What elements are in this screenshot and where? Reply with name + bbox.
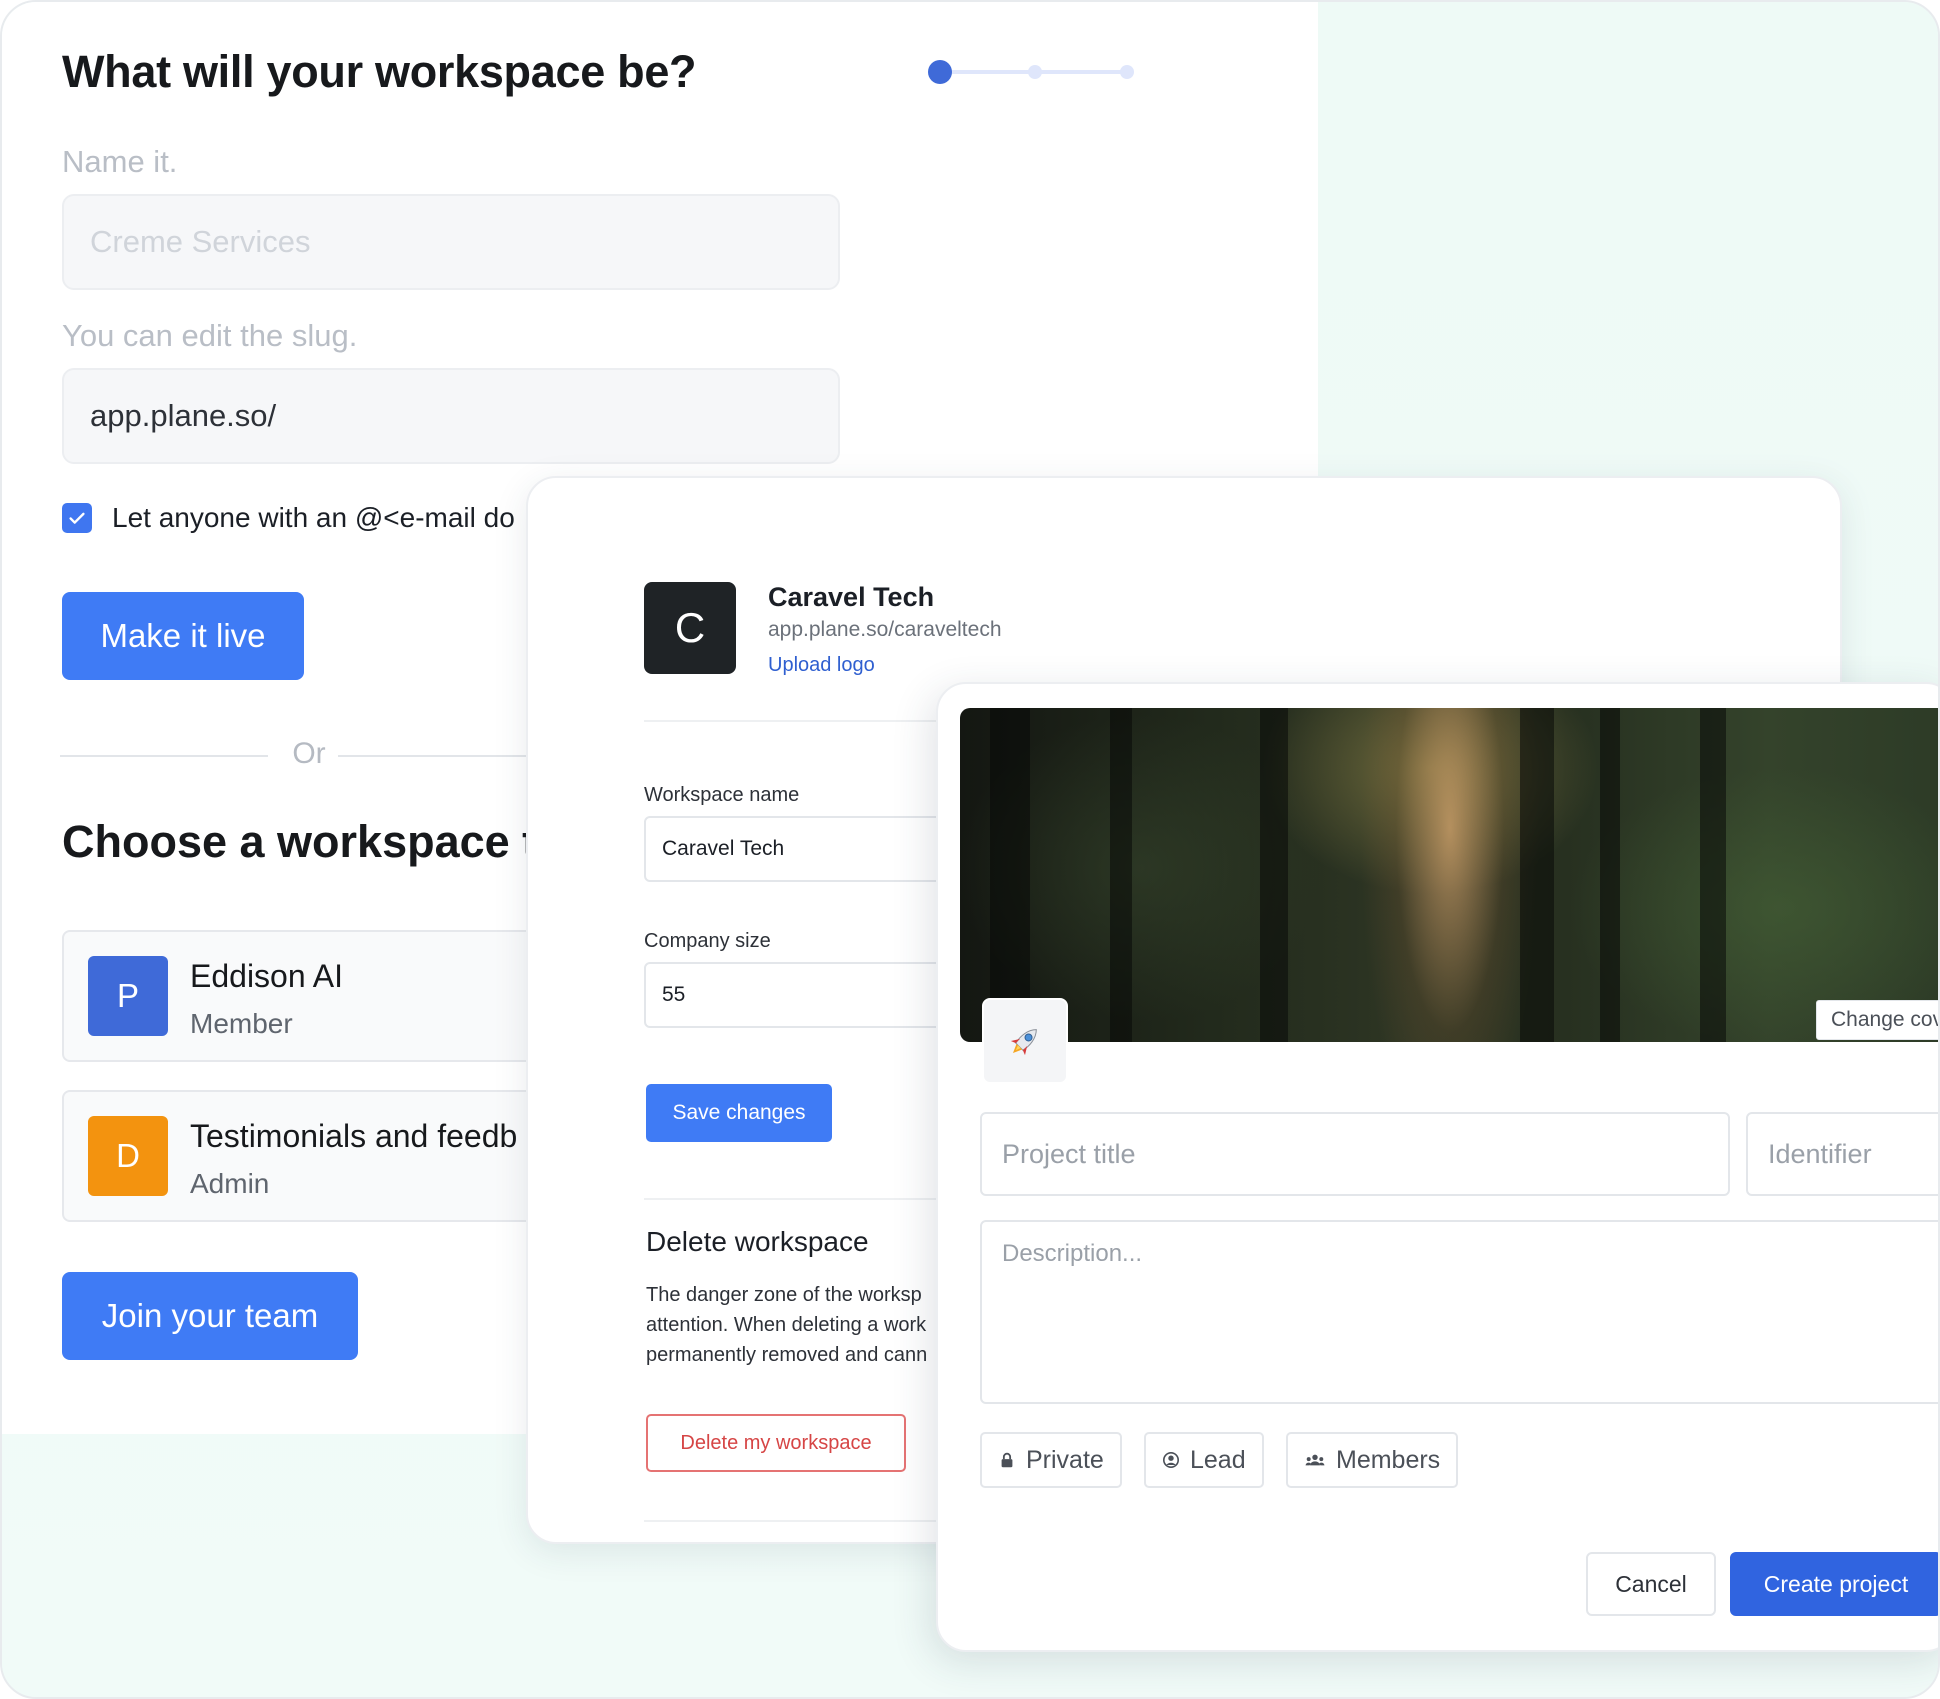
identifier-input[interactable]: Identifier <box>1746 1112 1938 1196</box>
tree-trunk <box>990 708 1030 1042</box>
company-size-label: Company size <box>644 930 771 952</box>
cancel-button[interactable]: Cancel <box>1586 1552 1716 1616</box>
private-toggle[interactable]: Private <box>980 1432 1122 1488</box>
tree-trunk <box>1600 708 1620 1042</box>
delete-workspace-button[interactable]: Delete my workspace <box>646 1414 906 1472</box>
user-circle-icon <box>1162 1451 1180 1469</box>
delete-workspace-description: The danger zone of the worksp attention.… <box>646 1280 966 1370</box>
checkbox-label: Let anyone with an @<e-mail do <box>112 502 515 533</box>
cover-image: Change cove <box>960 708 1938 1042</box>
name-label: Name it. <box>62 144 178 179</box>
onboarding-title: What will your workspace be? <box>62 46 697 97</box>
lock-icon <box>1001 1452 1013 1468</box>
divider-line-left <box>60 755 268 757</box>
tree-trunk <box>1260 708 1288 1042</box>
rocket-icon <box>1010 1029 1037 1056</box>
members-selector[interactable]: Members <box>1286 1432 1459 1488</box>
lead-selector[interactable]: Lead <box>1144 1432 1264 1488</box>
stepper-step-2[interactable] <box>1028 65 1042 79</box>
description-line: permanently removed and cann <box>646 1344 928 1366</box>
tree-trunk <box>1700 708 1726 1042</box>
workspace-name: Eddison AI <box>190 958 343 994</box>
workspace-role: Member <box>190 1008 293 1039</box>
create-project-modal: Change cove Project title Identifier Des… <box>936 682 1938 1652</box>
slug-input[interactable]: app.plane.so/ <box>62 368 840 464</box>
private-label: Private <box>1026 1445 1104 1474</box>
workspace-name-input[interactable]: Creme Services <box>62 194 840 290</box>
tree-trunk <box>1110 708 1132 1042</box>
description-line: attention. When deleting a work <box>646 1314 927 1336</box>
workspace-title: Caravel Tech <box>768 582 935 612</box>
choose-workspace-title: Choose a workspace t <box>62 816 538 867</box>
upload-logo-link[interactable]: Upload logo <box>768 654 875 677</box>
workspace-role: Admin <box>190 1168 270 1199</box>
workspace-avatar: P <box>88 956 168 1036</box>
join-team-button[interactable]: Join your team <box>62 1272 358 1360</box>
stepper-step-3[interactable] <box>1120 65 1134 79</box>
workspace-avatar: D <box>88 1116 168 1196</box>
tree-trunk <box>1520 708 1554 1042</box>
stepper-step-1-active[interactable] <box>928 60 952 84</box>
workspace-url: app.plane.so/caraveltech <box>768 618 1002 641</box>
workspace-name-label: Workspace name <box>644 784 800 806</box>
or-divider: Or <box>60 737 530 773</box>
members-label: Members <box>1336 1445 1441 1474</box>
slug-label: You can edit the slug. <box>62 318 358 353</box>
progress-stepper <box>928 60 1138 84</box>
create-project-button[interactable]: Create project <box>1730 1552 1938 1616</box>
delete-workspace-title: Delete workspace <box>646 1226 869 1257</box>
save-changes-button[interactable]: Save changes <box>646 1084 832 1142</box>
lead-label: Lead <box>1190 1445 1246 1474</box>
emoji-picker-button[interactable] <box>982 998 1068 1084</box>
change-cover-button[interactable]: Change cove <box>1816 1000 1938 1040</box>
app-frame: What will your workspace be? Name it. Cr… <box>0 0 1940 1699</box>
description-textarea[interactable]: Description... <box>980 1220 1938 1404</box>
project-title-input[interactable]: Project title <box>980 1112 1730 1196</box>
workspace-logo: C <box>644 582 736 674</box>
checkmark-icon <box>69 512 85 524</box>
workspace-name: Testimonials and feedb <box>190 1118 518 1154</box>
divider-line-right <box>338 755 530 757</box>
or-text: Or <box>292 737 326 770</box>
members-icon <box>1305 1454 1325 1466</box>
description-line: The danger zone of the worksp <box>646 1284 922 1306</box>
make-it-live-button[interactable]: Make it live <box>62 592 304 680</box>
domain-checkbox[interactable] <box>62 503 92 533</box>
domain-checkbox-row[interactable]: Let anyone with an @<e-mail do <box>62 502 515 534</box>
